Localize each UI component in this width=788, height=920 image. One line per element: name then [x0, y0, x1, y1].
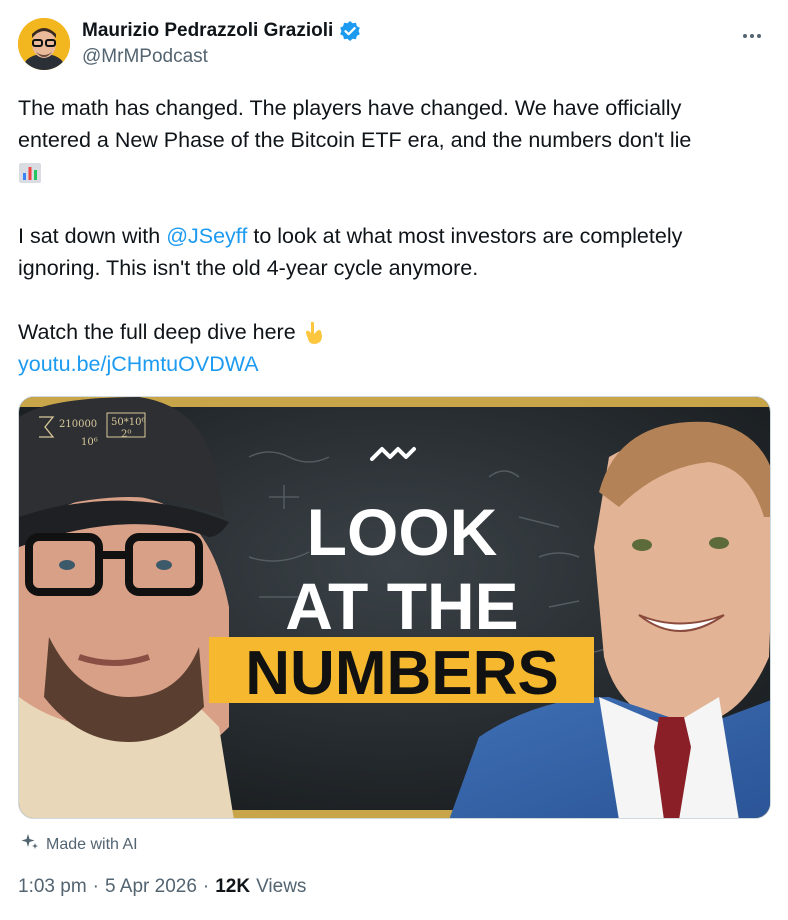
- cap-text: 2⁰: [121, 429, 131, 440]
- made-with-ai-text: Made with AI: [46, 835, 138, 853]
- mention-link[interactable]: @JSeyff: [166, 224, 247, 248]
- tweet-text: The math has changed. The players have c…: [18, 92, 770, 380]
- pointing-down-emoji-icon: [302, 320, 326, 345]
- sparkle-icon: [20, 832, 40, 857]
- thumbnail-line-3: NUMBERS: [245, 639, 558, 708]
- cap-text: 50*10⁶: [111, 417, 145, 428]
- display-name-row[interactable]: Maurizio Pedrazzoli Grazioli: [82, 20, 361, 42]
- more-options-icon[interactable]: [734, 22, 770, 50]
- cap-text: 10⁶: [81, 437, 98, 448]
- verified-badge-icon: [339, 20, 361, 42]
- tweet-line: The math has changed. The players have c…: [18, 96, 682, 120]
- timestamp-date[interactable]: 5 Apr 2026: [105, 876, 197, 898]
- video-thumbnail[interactable]: 210000 50*10⁶ 2⁰ 10⁶ LOOK AT THE NUMBERS: [18, 396, 771, 819]
- views-count: 12K: [215, 876, 251, 897]
- chart-emoji-icon: [18, 156, 770, 188]
- timestamp-time[interactable]: 1:03 pm: [18, 876, 87, 898]
- tweet-line: I sat down with @JSeyff to look at what …: [18, 224, 683, 248]
- tweet-meta: 1:03 pm · 5 Apr 2026 · 12K Views: [18, 876, 306, 898]
- thumbnail-line-1: LOOK: [307, 495, 498, 569]
- tweet-line: Watch the full deep dive here: [18, 316, 770, 348]
- tweet-line: ignoring. This isn't the old 4-year cycl…: [18, 256, 479, 280]
- cap-text: 210000: [59, 419, 97, 430]
- avatar[interactable]: [18, 18, 70, 70]
- tweet-header: Maurizio Pedrazzoli Grazioli @MrMPodcast: [18, 18, 770, 74]
- display-name[interactable]: Maurizio Pedrazzoli Grazioli: [82, 20, 333, 42]
- youtube-link[interactable]: youtu.be/jCHmtuOVDWA: [18, 352, 259, 376]
- handle[interactable]: @MrMPodcast: [82, 46, 208, 68]
- views-label: Views: [256, 876, 307, 897]
- tweet-line: entered a New Phase of the Bitcoin ETF e…: [18, 128, 692, 152]
- separator: ·: [92, 876, 99, 897]
- separator: ·: [202, 876, 210, 897]
- made-with-ai-label[interactable]: Made with AI: [20, 832, 138, 857]
- thumbnail-line-2: AT THE: [285, 569, 518, 643]
